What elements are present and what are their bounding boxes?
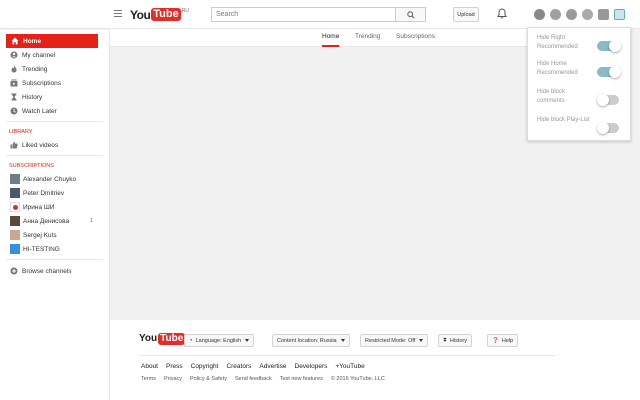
tab-subscriptions[interactable]: Subscriptions <box>396 33 435 47</box>
footer-link-policy-safety[interactable]: Policy & Safety <box>190 376 227 382</box>
hourglass-icon <box>10 93 18 101</box>
popup-option-hide-block-playlist: Hide block Play-List <box>537 116 623 142</box>
page-footer: You Tube ◔ Language: English Content loc… <box>110 320 640 400</box>
toggle-switch[interactable] <box>597 122 619 134</box>
youtube-ext-icon[interactable] <box>614 9 625 20</box>
footer-link-copyright[interactable]: Copyright <box>191 363 219 370</box>
thumbs-up-icon <box>10 141 18 149</box>
add-circle-icon <box>10 267 18 275</box>
subscriptions-heading: SUBSCRIPTIONS <box>9 163 54 169</box>
subscription-item[interactable]: Анна Денисова 1 <box>0 214 109 228</box>
ghostery-icon[interactable] <box>534 9 545 20</box>
sidebar-item-liked-videos[interactable]: Liked videos <box>0 138 109 152</box>
chevron-down-icon <box>419 339 424 342</box>
avatar <box>10 202 20 212</box>
library-heading: LIBRARY <box>9 129 33 135</box>
footer-youtube-logo[interactable]: You Tube <box>139 333 186 345</box>
subscriptions-icon <box>10 79 18 87</box>
popup-option-hide-right-recommended: Hide Right Recommended <box>537 34 623 60</box>
extension-popup: Hide Right Recommended Hide Home Recomme… <box>527 27 631 141</box>
home-icon <box>11 37 19 45</box>
avatar <box>10 244 20 254</box>
toggle-switch[interactable] <box>597 94 619 106</box>
footer-link-test-new-features[interactable]: Test new features <box>280 376 323 382</box>
avatar <box>10 230 20 240</box>
region-label: RU <box>181 8 189 14</box>
list-icon[interactable] <box>598 9 609 20</box>
sidebar-item-trending[interactable]: Trending <box>0 62 109 76</box>
help-icon: ❓ <box>492 337 499 344</box>
clock-icon <box>10 107 18 115</box>
feed-tabs: Home Trending Subscriptions <box>110 29 530 47</box>
sidebar-divider <box>6 155 103 156</box>
chevron-down-icon <box>340 339 345 342</box>
new-count-badge: 1 <box>89 218 93 224</box>
restricted-mode-button[interactable]: Restricted Mode: Off <box>360 334 429 347</box>
subscription-item[interactable]: Alexander Chuyko <box>0 172 109 186</box>
footer-link-send-feedback[interactable]: Send feedback <box>235 376 272 382</box>
avatar <box>10 174 20 184</box>
upload-button[interactable]: Upload <box>453 7 479 22</box>
language-picker-button[interactable]: ◔ Language: English <box>184 334 255 347</box>
subscription-item[interactable]: Peter Dmitriev <box>0 186 109 200</box>
footer-link-about[interactable]: About <box>141 363 158 370</box>
sidebar-item-history[interactable]: History <box>0 90 109 104</box>
footer-links-secondary: Terms Privacy Policy & Safety Send feedb… <box>141 376 385 382</box>
footer-links-primary: About Press Copyright Creators Advertise… <box>141 363 365 370</box>
menu-icon[interactable] <box>114 10 122 17</box>
toggle-knob <box>609 66 621 78</box>
sidebar-item-subscriptions[interactable]: Subscriptions <box>0 76 109 90</box>
sidebar-item-browse-channels[interactable]: Browse channels <box>0 264 109 278</box>
history-button[interactable]: ⧗ History <box>438 334 472 347</box>
refresh-icon[interactable] <box>566 9 577 20</box>
flame-icon <box>10 65 18 73</box>
footer-divider <box>139 355 555 356</box>
shield-icon[interactable] <box>550 9 561 20</box>
popup-option-hide-block-comments: Hide block comments <box>537 88 623 114</box>
toggle-switch[interactable] <box>597 40 621 52</box>
sidebar-item-watch-later[interactable]: Watch Later <box>0 104 109 118</box>
help-button[interactable]: ❓ Help <box>487 334 519 347</box>
search-icon <box>406 10 415 19</box>
footer-link-privacy[interactable]: Privacy <box>164 376 182 382</box>
footer-link-press[interactable]: Press <box>166 363 183 370</box>
subscription-item[interactable]: HI-TESTING <box>0 242 109 256</box>
content-location-button[interactable]: Content location: Russia <box>272 334 350 347</box>
language-icon: ◔ <box>189 337 193 344</box>
footer-link-plus-youtube[interactable]: +YouTube <box>335 363 364 370</box>
chevron-down-icon <box>245 339 250 342</box>
masthead: You Tube RU Search Upload <box>0 0 640 29</box>
toggle-switch[interactable] <box>597 66 621 78</box>
search-input[interactable]: Search <box>211 7 396 22</box>
toggle-knob <box>597 122 609 134</box>
sidebar-item-my-channel[interactable]: My channel <box>0 48 109 62</box>
footer-link-advertise[interactable]: Advertise <box>259 363 286 370</box>
footer-link-developers[interactable]: Developers <box>295 363 328 370</box>
person-icon <box>10 51 18 59</box>
toggle-knob <box>597 94 609 106</box>
notifications-bell-icon[interactable] <box>497 8 507 21</box>
guide-sidebar: Home My channel Trending Subscriptions H… <box>0 30 110 400</box>
footer-link-creators[interactable]: Creators <box>226 363 251 370</box>
popup-option-hide-home-recommended: Hide Home Recommended <box>537 60 623 86</box>
subscription-item[interactable]: Ирина ШИ <box>0 200 109 214</box>
browser-extension-bar <box>534 9 625 20</box>
tab-home[interactable]: Home <box>322 33 340 47</box>
copyright-notice: © 2016 YouTube, LLC <box>330 376 385 382</box>
youtube-logo[interactable]: You Tube RU <box>130 8 189 22</box>
search-button[interactable] <box>396 7 426 22</box>
toggle-knob <box>609 40 621 52</box>
sidebar-divider <box>6 121 103 122</box>
avatar <box>10 216 20 226</box>
footer-link-terms[interactable]: Terms <box>141 376 156 382</box>
subscription-item[interactable]: Sergej Kuts <box>0 228 109 242</box>
sidebar-item-home[interactable]: Home <box>6 34 98 48</box>
puzzle-icon[interactable] <box>582 9 593 20</box>
avatar <box>10 188 20 198</box>
tab-trending[interactable]: Trending <box>355 33 380 47</box>
hourglass-icon: ⧗ <box>443 337 447 343</box>
